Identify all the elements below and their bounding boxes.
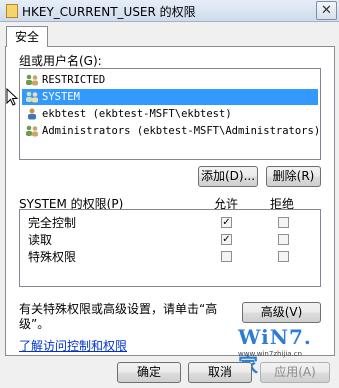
allow-checkbox-full-control[interactable]: ✓ bbox=[221, 217, 232, 228]
permissions-list: 完全控制 ✓ 读取 ✓ 特殊权限 bbox=[19, 209, 321, 287]
users-label: 组或用户名(G): bbox=[19, 54, 102, 68]
advanced-button[interactable]: 高级(V) bbox=[242, 302, 321, 323]
close-button[interactable]: ✕ bbox=[316, 1, 337, 20]
mouse-cursor-icon bbox=[6, 88, 18, 106]
user-name: RESTRICTED bbox=[42, 74, 106, 86]
group-icon bbox=[26, 74, 38, 86]
user-icon bbox=[28, 108, 36, 120]
users-listbox[interactable]: RESTRICTED SYSTEM ekbtest (ekbtest-MSFT\… bbox=[19, 68, 321, 160]
allow-checkbox-special[interactable] bbox=[221, 251, 232, 262]
cancel-button[interactable]: 取消 bbox=[188, 362, 252, 383]
ok-button[interactable]: 确定 bbox=[117, 362, 181, 383]
allow-checkbox-read[interactable]: ✓ bbox=[221, 234, 232, 245]
permission-name-full-control: 完全控制 bbox=[28, 216, 77, 230]
watermark-logo: WiN7.家 www.win7zhijia.cn bbox=[238, 325, 330, 377]
title-bar: HKEY_CURRENT_USER 的权限 ✕ bbox=[0, 0, 339, 22]
deny-checkbox-special[interactable] bbox=[278, 251, 289, 262]
permission-name-read: 读取 bbox=[28, 233, 53, 247]
watermark-url: www.win7zhijia.cn bbox=[238, 350, 303, 358]
list-item-ekbtest[interactable]: ekbtest (ekbtest-MSFT\ekbtest) bbox=[22, 106, 318, 122]
remove-button[interactable]: 删除(R) bbox=[266, 166, 321, 187]
apply-button[interactable]: 应用(A) bbox=[260, 362, 330, 383]
user-name: Administrators (ekbtest-MSFT\Administrat… bbox=[42, 125, 321, 137]
user-name: SYSTEM bbox=[42, 91, 80, 103]
list-item-administrators[interactable]: Administrators (ekbtest-MSFT\Administrat… bbox=[22, 123, 321, 139]
registry-folder-icon bbox=[6, 4, 18, 18]
window-title: HKEY_CURRENT_USER 的权限 bbox=[22, 5, 196, 19]
user-name: ekbtest (ekbtest-MSFT\ekbtest) bbox=[42, 108, 232, 120]
advanced-hint-line2: 级”。 bbox=[19, 317, 50, 331]
add-button[interactable]: 添加(D)... bbox=[198, 166, 258, 187]
deny-checkbox-full-control[interactable] bbox=[278, 217, 289, 228]
group-icon bbox=[26, 125, 38, 137]
permission-name-special: 特殊权限 bbox=[28, 250, 77, 264]
list-item-restricted[interactable]: RESTRICTED bbox=[22, 72, 318, 88]
list-item-system[interactable]: SYSTEM bbox=[22, 89, 318, 105]
group-icon bbox=[26, 91, 38, 103]
deny-checkbox-read[interactable] bbox=[278, 234, 289, 245]
tab-security[interactable]: 安全 bbox=[6, 26, 48, 47]
access-control-help-link[interactable]: 了解访问控制和权限 bbox=[19, 337, 127, 354]
